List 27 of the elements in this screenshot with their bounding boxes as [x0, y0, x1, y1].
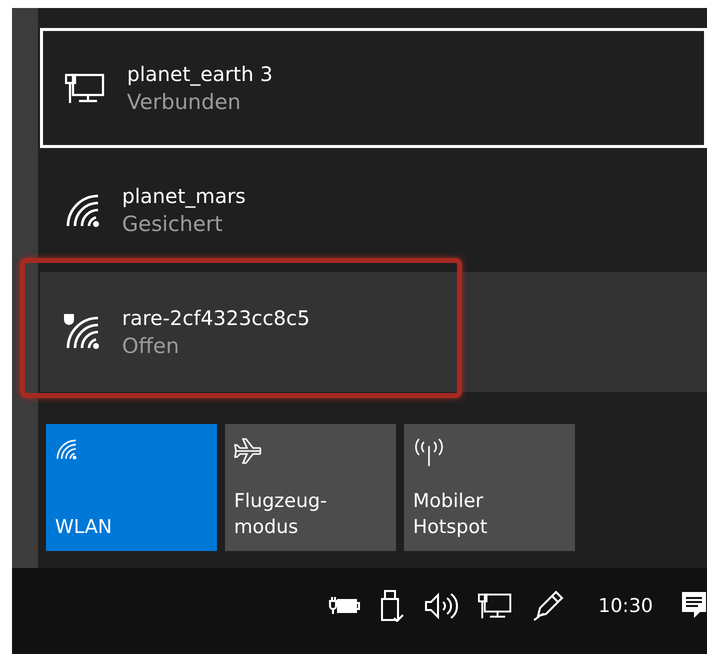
notification-icon[interactable] [681, 591, 707, 621]
network-name: planet_mars [122, 184, 246, 208]
network-item[interactable]: planet_earth 3 Verbunden [40, 28, 707, 148]
quick-action-tile[interactable]: Flugzeug- modus [225, 424, 396, 551]
computer-icon [478, 592, 512, 620]
antenna-icon [413, 438, 445, 466]
network-item[interactable]: rare-2cf4323cc8c5 Offen [40, 272, 707, 392]
speaker-icon[interactable] [424, 592, 458, 620]
network-status: Verbunden [127, 90, 242, 114]
usb-drive-icon[interactable] [380, 590, 404, 622]
tile-label: WLAN [55, 515, 112, 540]
wifi-warning-icon [64, 314, 100, 350]
network-name: rare-2cf4323cc8c5 [122, 306, 310, 330]
network-status: Gesichert [122, 212, 224, 236]
quick-action-tile[interactable]: WLAN [46, 424, 217, 551]
computer-icon [65, 72, 105, 104]
network-name: planet_earth 3 [127, 62, 273, 86]
pen-icon[interactable] [532, 590, 564, 622]
battery-charging-icon[interactable] [328, 595, 360, 617]
quick-action-tile[interactable]: Mobiler Hotspot [404, 424, 575, 551]
wifi-icon [64, 192, 100, 228]
wifi-icon [55, 438, 77, 460]
tile-label: Mobiler Hotspot [413, 488, 488, 540]
clock[interactable]: 10:30 [598, 595, 653, 617]
network-status: Offen [122, 334, 180, 358]
airplane-icon [234, 438, 264, 464]
tile-label: Flugzeug- modus [234, 488, 327, 540]
